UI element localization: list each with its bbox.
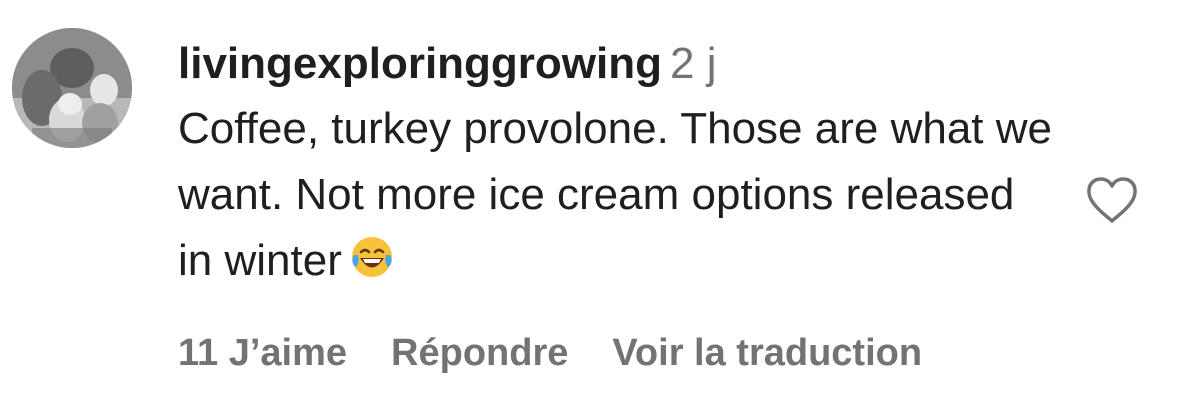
username-link[interactable]: livingexploringgrowing (178, 39, 662, 88)
comment-text: Coffee, turkey provolone. Those are what… (178, 96, 1058, 294)
comment: livingexploringgrowing 2 j Coffee, turkey… (0, 0, 1200, 414)
likes-count-link[interactable]: 11 J’aime (178, 332, 347, 375)
reply-button[interactable]: Répondre (391, 332, 568, 375)
comment-actions: 11 J’aime Répondre Voir la traduction (178, 332, 922, 375)
comment-body: livingexploringgrowing 2 j Coffee, turkey… (178, 36, 1058, 294)
heart-outline-icon[interactable] (1084, 174, 1140, 226)
comment-text-content: Coffee, turkey provolone. Those are what… (178, 104, 1052, 285)
avatar[interactable] (12, 28, 132, 148)
timestamp[interactable]: 2 j (670, 39, 716, 88)
see-translation-button[interactable]: Voir la traduction (612, 332, 922, 375)
avatar-photo (12, 28, 132, 148)
comment-header: livingexploringgrowing 2 j (178, 36, 1058, 92)
face-with-tears-of-joy-icon (351, 237, 392, 277)
